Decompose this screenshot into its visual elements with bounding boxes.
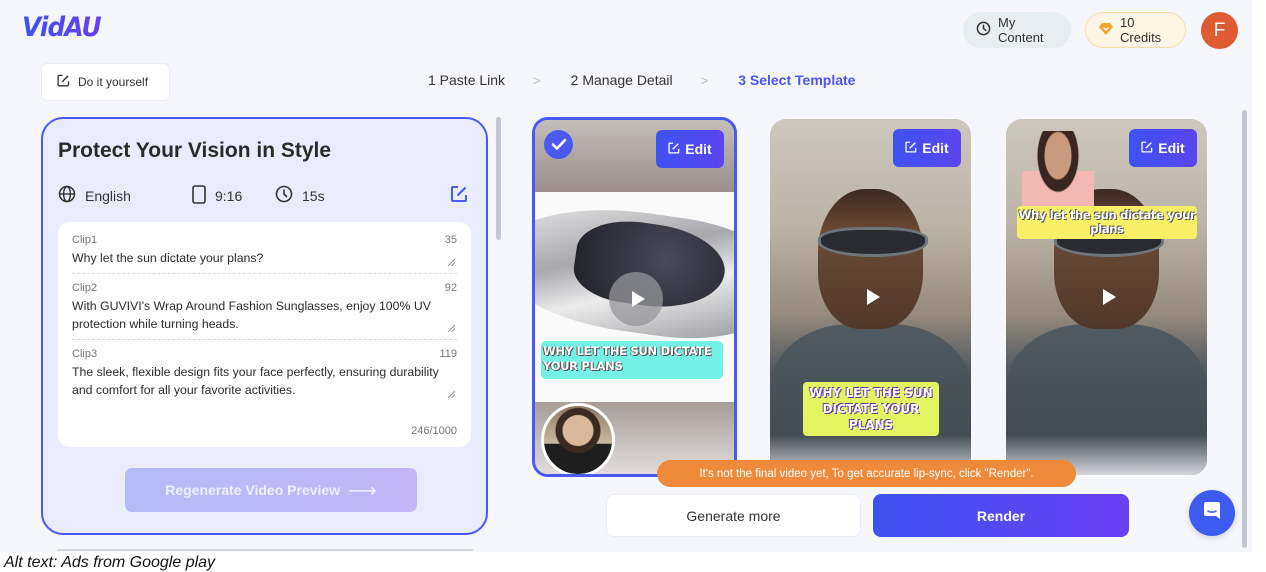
edit-label: Edit [1158, 140, 1185, 156]
resize-handle-icon[interactable] [448, 259, 455, 266]
chat-support-button[interactable] [1189, 490, 1235, 536]
chevron-right-icon: > [700, 72, 709, 88]
script-panel: Protect Your Vision in Style English 9:1… [41, 117, 488, 535]
credits-button[interactable]: 10 Credits [1085, 12, 1186, 48]
template-card[interactable]: Edit Why let the sun dictate your plans [770, 119, 971, 475]
credits-label: 10 Credits [1120, 15, 1162, 45]
clip-item: Clip1 35 Why let the sun dictate your pl… [72, 234, 457, 274]
video-thumbnail-detail [818, 227, 928, 257]
my-content-label: My Content [998, 15, 1044, 45]
alt-text-caption: Alt text: Ads from Google play [4, 554, 216, 571]
clock-icon [275, 185, 293, 206]
edit-template-button[interactable]: Edit [656, 130, 724, 168]
play-button[interactable] [844, 270, 898, 324]
resize-handle-icon[interactable] [448, 391, 455, 398]
clock-icon [976, 21, 991, 39]
duration-value: 15s [302, 187, 325, 204]
edit-icon [57, 74, 70, 90]
do-it-yourself-button[interactable]: Do it yourself [41, 63, 170, 101]
clip-char-count: 35 [444, 234, 457, 246]
edit-label: Edit [922, 140, 949, 156]
language-value: English [85, 187, 131, 204]
clip-text-input[interactable]: With GUVIVI's Wrap Around Fashion Sungla… [72, 297, 457, 333]
panel-title: Protect Your Vision in Style [58, 139, 332, 162]
edit-settings-icon[interactable] [450, 185, 468, 208]
render-button[interactable]: Render [873, 494, 1129, 537]
duration-info: 15s [275, 185, 325, 206]
play-icon [866, 289, 880, 305]
edit-icon [1141, 140, 1153, 156]
render-tip-banner: It's not the final video yet, To get acc… [657, 460, 1076, 487]
edit-icon [668, 141, 680, 157]
checkmark-icon [544, 130, 573, 159]
edit-template-button[interactable]: Edit [1129, 129, 1197, 167]
play-button[interactable] [609, 272, 663, 326]
play-icon [631, 291, 645, 307]
phone-icon [192, 185, 206, 207]
step-manage-detail[interactable]: 2 Manage Detail [571, 72, 673, 88]
clip-text-input[interactable]: The sleek, flexible design fits your fac… [72, 363, 457, 399]
clip-char-count: 119 [439, 348, 457, 360]
edit-icon [905, 140, 917, 156]
clip-label: Clip1 [72, 234, 98, 246]
step-paste-link[interactable]: 1 Paste Link [428, 72, 505, 88]
video-caption: Why let the sun dictate your plans [541, 341, 723, 379]
template-card[interactable]: Edit Why let the sun dictate your plans [532, 117, 737, 477]
right-scrollbar[interactable] [1242, 110, 1247, 548]
generate-more-button[interactable]: Generate more [606, 494, 861, 537]
divider [57, 549, 473, 551]
total-char-count: 246/1000 [411, 425, 457, 437]
vidau-logo[interactable]: VidAU [22, 12, 102, 43]
globe-icon [58, 185, 76, 206]
diamond-icon [1099, 22, 1113, 38]
language-info: English [58, 185, 131, 206]
video-caption: Why let the sun dictate your plans [803, 382, 939, 436]
regenerate-video-preview-button[interactable]: Regenerate Video Preview ⟶ [125, 468, 417, 512]
chat-icon [1203, 501, 1221, 526]
play-icon [1102, 289, 1116, 305]
template-card[interactable]: Edit Why let the sun dictate your plans [1006, 119, 1207, 475]
step-select-template[interactable]: 3 Select Template [738, 72, 855, 88]
resize-handle-icon[interactable] [448, 325, 455, 332]
edit-template-button[interactable]: Edit [893, 129, 961, 167]
edit-label: Edit [685, 141, 712, 157]
chevron-right-icon: > [533, 72, 541, 88]
ratio-info: 9:16 [192, 185, 242, 207]
clip-list: Clip1 35 Why let the sun dictate your pl… [58, 222, 471, 447]
clip-char-count: 92 [444, 282, 457, 294]
arrow-right-icon: ⟶ [348, 479, 377, 502]
do-it-yourself-label: Do it yourself [78, 75, 149, 89]
user-avatar[interactable]: F [1201, 12, 1238, 49]
clip-text-input[interactable]: Why let the sun dictate your plans? [72, 249, 457, 267]
clip-label: Clip2 [72, 282, 98, 294]
app-window: VidAU My Content 10 Credits F Do it your… [0, 0, 1252, 552]
play-button[interactable] [1080, 270, 1134, 324]
video-caption: Why let the sun dictate your plans [1017, 206, 1197, 239]
presenter-avatar [541, 403, 615, 474]
clip-label: Clip3 [72, 348, 98, 360]
clip-item: Clip2 92 With GUVIVI's Wrap Around Fashi… [72, 282, 457, 340]
clip-item: Clip3 119 The sleek, flexible design fit… [72, 348, 457, 405]
my-content-button[interactable]: My Content [963, 12, 1071, 48]
regenerate-label: Regenerate Video Preview [165, 482, 341, 498]
ratio-value: 9:16 [215, 188, 243, 204]
left-scrollbar[interactable] [496, 117, 501, 240]
step-indicator: 1 Paste Link > 2 Manage Detail > 3 Selec… [428, 72, 855, 88]
